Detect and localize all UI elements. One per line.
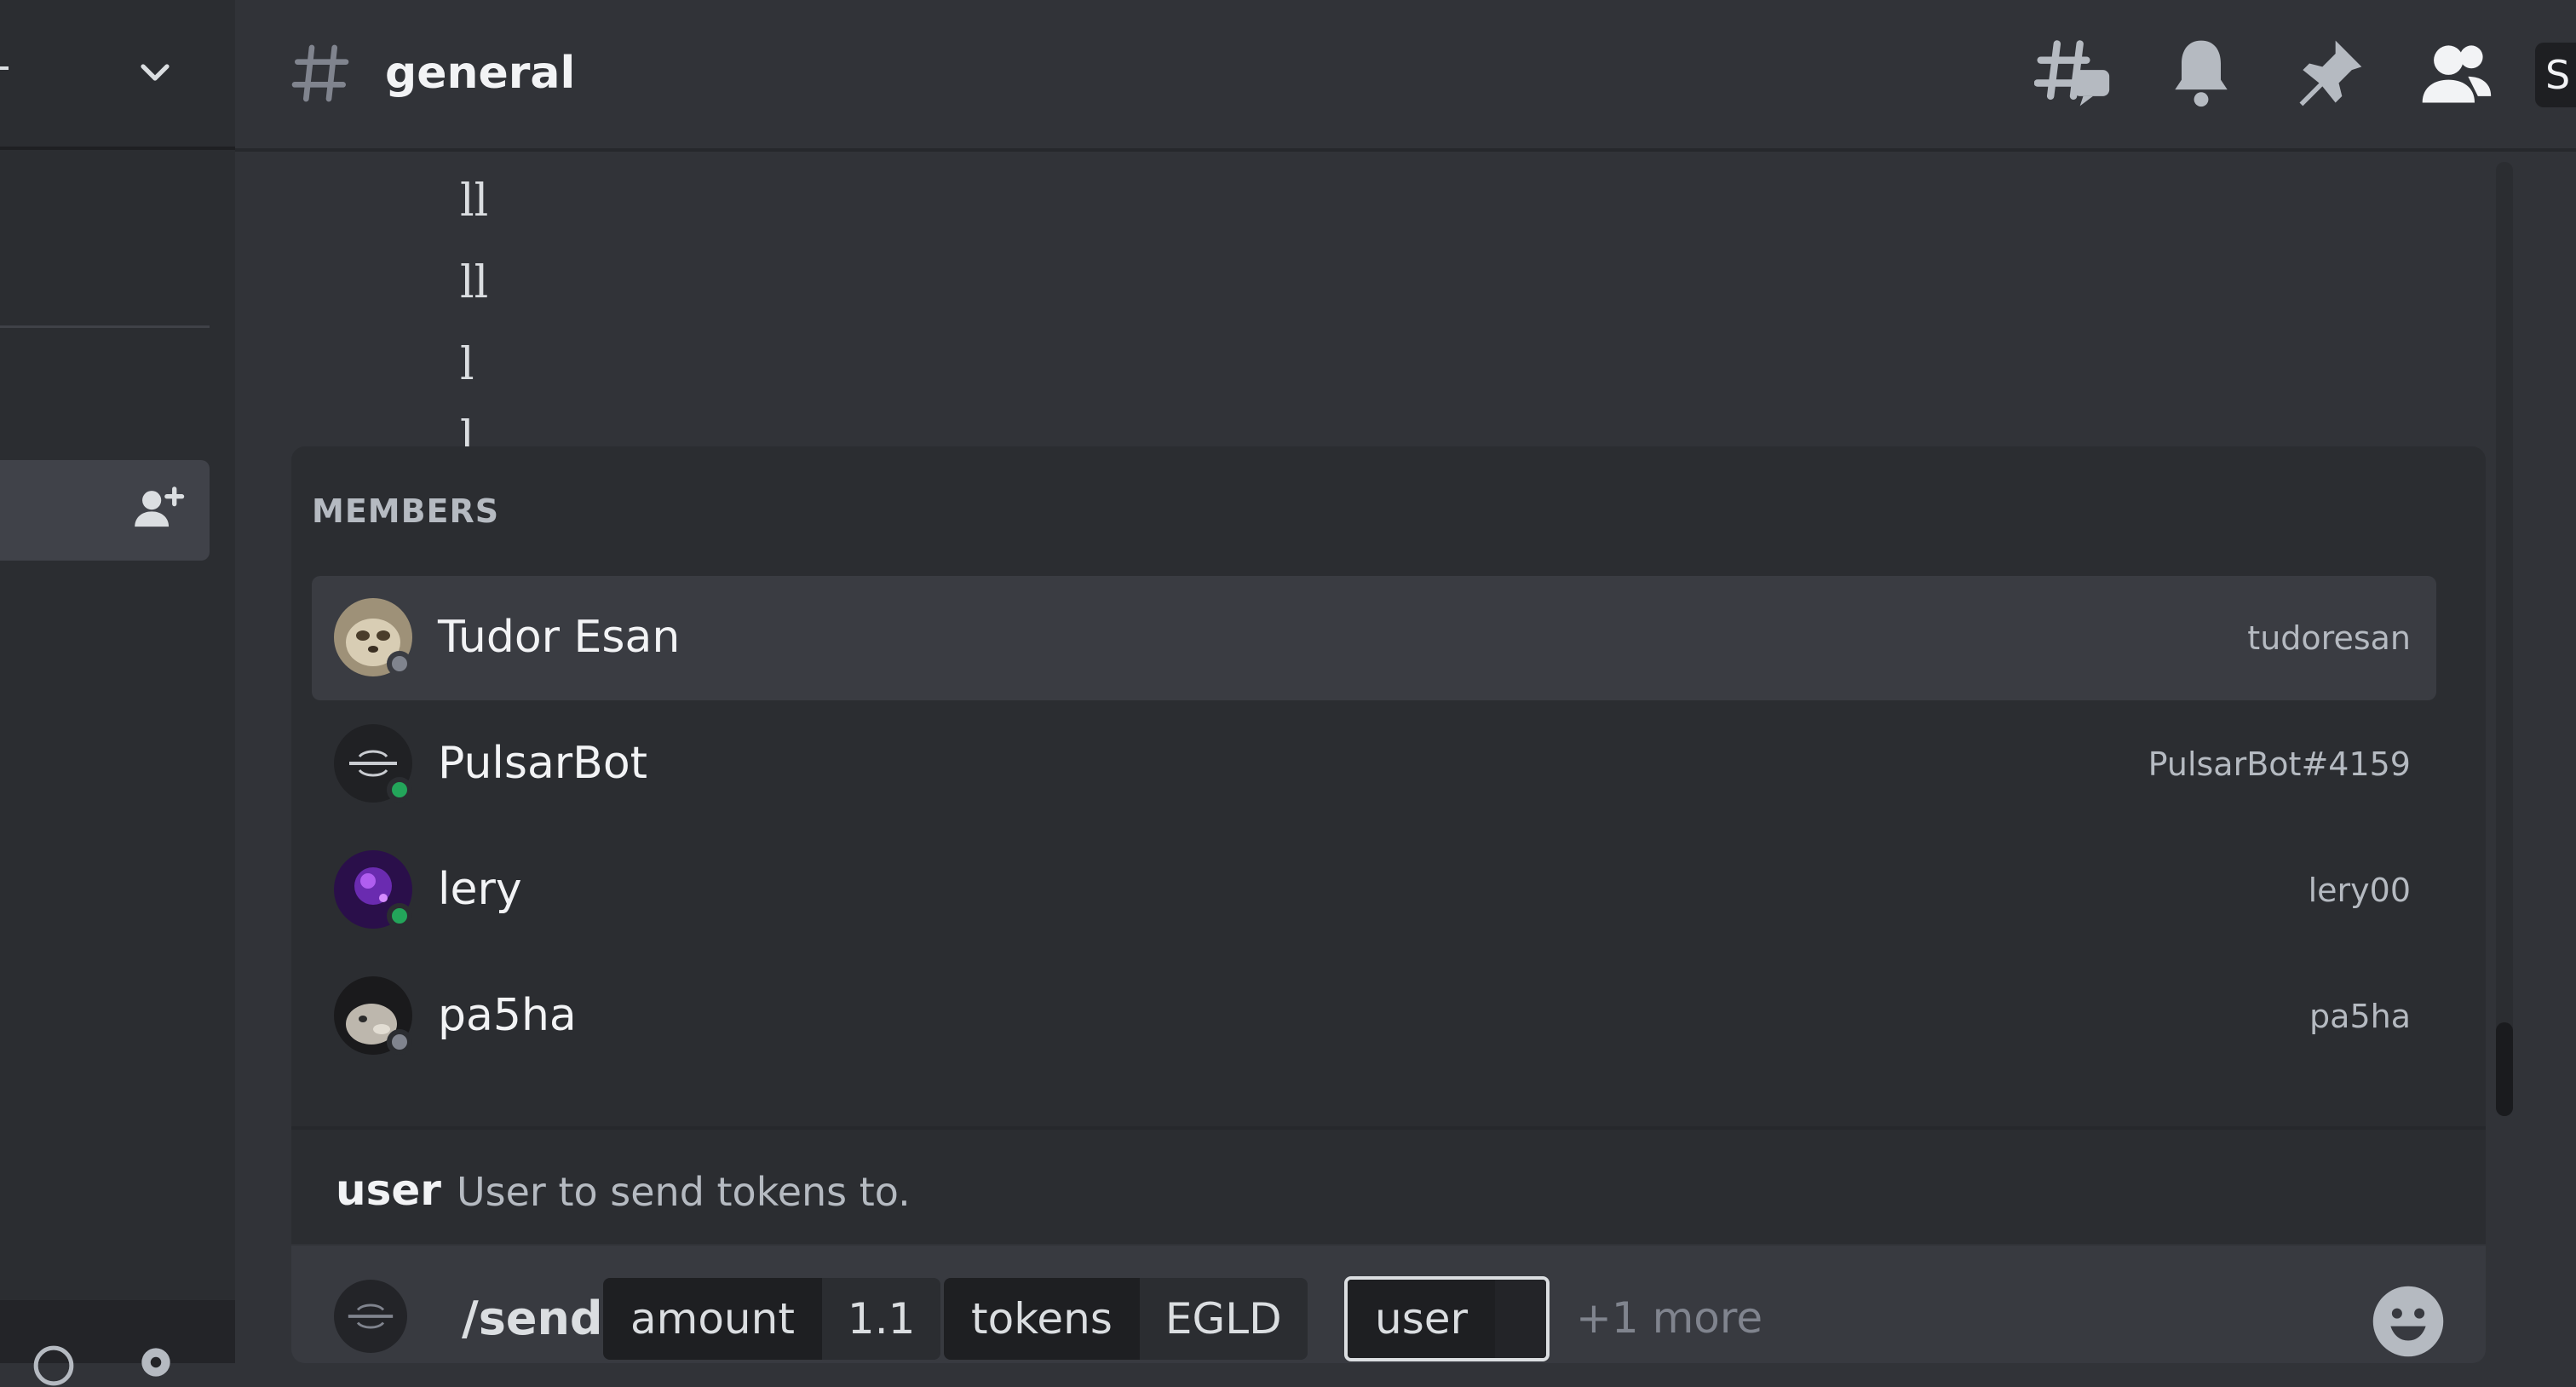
- message-content: l: [460, 339, 474, 390]
- member-display-name: Tudor Esan: [438, 612, 681, 663]
- notification-bell-icon[interactable]: [2162, 34, 2240, 112]
- server-name-fragment: [0, 66, 9, 70]
- param-name: user: [1348, 1280, 1496, 1358]
- channel-header: general S: [235, 0, 2576, 152]
- member-option[interactable]: PulsarBot PulsarBot#4159: [312, 702, 2436, 826]
- param-value: EGLD: [1139, 1278, 1308, 1360]
- server-header[interactable]: [0, 0, 235, 150]
- status-offline-indicator: [387, 1029, 412, 1055]
- param-name: amount: [603, 1278, 822, 1360]
- member-username: tudoresan: [2247, 619, 2411, 657]
- command-param-amount[interactable]: amount 1.1: [603, 1278, 941, 1360]
- settings-gear-icon[interactable]: [135, 1341, 177, 1384]
- channel-sidebar: [0, 0, 235, 1386]
- member-list-icon[interactable]: [2416, 34, 2494, 112]
- param-name: tokens: [944, 1278, 1140, 1360]
- sidebar-divider: [0, 325, 210, 328]
- threads-icon[interactable]: [2034, 34, 2113, 112]
- member-username: PulsarBot#4159: [2148, 745, 2411, 783]
- hedgehog-avatar: [334, 976, 412, 1055]
- command-app-icon: [334, 1280, 407, 1353]
- member-option[interactable]: pa5ha pa5ha: [312, 954, 2436, 1079]
- pulsar-logo-avatar: [334, 724, 412, 803]
- command-param-tokens[interactable]: tokens EGLD: [944, 1278, 1308, 1360]
- option-name: user: [336, 1165, 441, 1215]
- status-online-indicator: [387, 903, 412, 929]
- message-content: ll: [460, 176, 489, 227]
- sloth-avatar: [334, 598, 412, 676]
- scrollbar-track[interactable]: [2496, 162, 2513, 1116]
- help-icon[interactable]: [32, 1344, 75, 1387]
- command-param-user[interactable]: user: [1344, 1276, 1550, 1361]
- member-option[interactable]: lery lery00: [312, 828, 2436, 952]
- scrollbar-thumb[interactable]: [2496, 1022, 2513, 1116]
- status-offline-indicator: [387, 651, 412, 676]
- param-value-input[interactable]: [1495, 1280, 1547, 1358]
- member-display-name: lery: [438, 864, 522, 915]
- member-display-name: pa5ha: [438, 990, 577, 1041]
- status-online-indicator: [387, 777, 412, 803]
- option-description: User to send tokens to.: [457, 1169, 911, 1215]
- param-value: 1.1: [821, 1278, 941, 1360]
- member-username: pa5ha: [2309, 998, 2411, 1035]
- text-channel-hash-icon: [291, 44, 349, 102]
- more-options-label[interactable]: +1 more: [1576, 1293, 1762, 1343]
- command-option-description: user User to send tokens to.: [291, 1126, 2486, 1244]
- message-composer[interactable]: /send amount 1.1 tokens EGLD user +1 mor…: [291, 1246, 2486, 1363]
- member-username: lery00: [2308, 872, 2411, 909]
- pinned-messages-icon[interactable]: [2290, 34, 2368, 112]
- purple-galaxy-avatar: [334, 850, 412, 929]
- channel-title: general: [385, 48, 576, 99]
- slash-command-name: /send: [462, 1292, 603, 1345]
- member-display-name: PulsarBot: [438, 738, 648, 789]
- autocomplete-popup: MEMBERS Tudor Esan tudoresan PulsarBot P…: [291, 446, 2486, 1244]
- invite-member-icon[interactable]: [133, 484, 186, 532]
- member-option[interactable]: Tudor Esan tudoresan: [312, 576, 2436, 700]
- search-input[interactable]: S: [2535, 43, 2576, 107]
- emoji-picker-icon[interactable]: [2370, 1283, 2447, 1360]
- chevron-down-icon[interactable]: [135, 51, 175, 92]
- message-content: ll: [460, 257, 489, 308]
- autocomplete-section-label: MEMBERS: [312, 492, 500, 530]
